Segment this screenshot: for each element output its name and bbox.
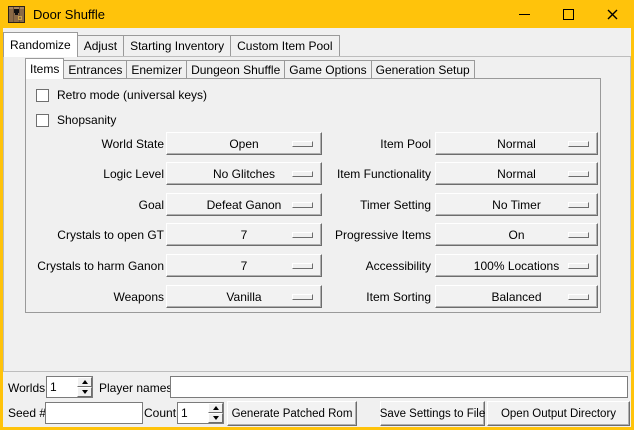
- world-state-label: World State: [26, 137, 164, 151]
- client-area: Randomize Adjust Starting Inventory Cust…: [3, 28, 631, 427]
- shopsanity-row: Shopsanity: [36, 112, 116, 128]
- goal-dropdown[interactable]: Defeat Ganon: [166, 193, 322, 216]
- tab-custom-item-pool[interactable]: Custom Item Pool: [230, 35, 339, 56]
- worlds-down-button[interactable]: [77, 387, 92, 397]
- crystals-open-gt-label: Crystals to open GT: [26, 228, 164, 242]
- seed-label: Seed #: [8, 406, 46, 420]
- items-pane: Retro mode (universal keys) Shopsanity W…: [25, 78, 601, 313]
- item-pool-dropdown[interactable]: Normal: [435, 132, 598, 155]
- subtab-game-options[interactable]: Game Options: [284, 60, 371, 78]
- crystals-harm-ganon-dropdown[interactable]: 7: [166, 254, 322, 277]
- item-functionality-label: Item Functionality: [301, 167, 431, 181]
- timer-setting-label: Timer Setting: [301, 198, 431, 212]
- world-state-value: Open: [229, 137, 258, 151]
- accessibility-value: 100% Locations: [474, 259, 559, 273]
- arrow-down-icon: [82, 390, 88, 394]
- worlds-spinbox: [46, 376, 93, 398]
- player-names-input[interactable]: [170, 376, 628, 398]
- save-settings-button[interactable]: Save Settings to File: [380, 401, 485, 426]
- generate-patched-rom-button[interactable]: Generate Patched Rom: [227, 401, 357, 426]
- window-controls: [502, 0, 634, 28]
- arrow-up-icon: [82, 380, 88, 384]
- inner-tab-bar: Items Entrances Enemizer Dungeon Shuffle…: [25, 57, 475, 78]
- open-output-directory-button[interactable]: Open Output Directory: [487, 401, 630, 426]
- subtab-dungeon-shuffle[interactable]: Dungeon Shuffle: [186, 60, 285, 78]
- menu-indicator-icon: [568, 232, 589, 238]
- retro-mode-checkbox[interactable]: [36, 89, 49, 102]
- menu-indicator-icon: [568, 294, 589, 300]
- subtab-enemizer[interactable]: Enemizer: [126, 60, 187, 78]
- world-state-dropdown[interactable]: Open: [166, 132, 322, 155]
- weapons-value: Vanilla: [226, 290, 261, 304]
- subtab-items[interactable]: Items: [25, 58, 64, 79]
- count-input[interactable]: [178, 403, 208, 423]
- progressive-items-label: Progressive Items: [301, 228, 431, 242]
- count-up-button[interactable]: [208, 403, 223, 413]
- logic-level-dropdown[interactable]: No Glitches: [166, 162, 322, 185]
- subtab-generation-setup[interactable]: Generation Setup: [371, 60, 475, 78]
- bottom-bar: Worlds Player names Seed # Count: [3, 372, 631, 427]
- item-sorting-value: Balanced: [491, 290, 541, 304]
- tab-adjust[interactable]: Adjust: [77, 35, 124, 56]
- crystals-harm-ganon-label: Crystals to harm Ganon: [26, 259, 164, 273]
- item-pool-label: Item Pool: [301, 137, 431, 151]
- item-functionality-value: Normal: [497, 167, 536, 181]
- shopsanity-checkbox[interactable]: [36, 114, 49, 127]
- progressive-items-dropdown[interactable]: On: [435, 223, 598, 246]
- menu-indicator-icon: [568, 141, 589, 147]
- tab-starting-inventory[interactable]: Starting Inventory: [123, 35, 231, 56]
- tab-randomize[interactable]: Randomize: [3, 32, 78, 57]
- titlebar: Door Shuffle: [0, 0, 634, 28]
- item-pool-value: Normal: [497, 137, 536, 151]
- close-button[interactable]: [590, 0, 634, 28]
- count-spinbox: [177, 402, 224, 424]
- outer-tab-bar: Randomize Adjust Starting Inventory Cust…: [3, 31, 340, 56]
- timer-setting-value: No Timer: [492, 198, 541, 212]
- accessibility-dropdown[interactable]: 100% Locations: [435, 254, 598, 277]
- worlds-label: Worlds: [8, 381, 45, 395]
- worlds-input[interactable]: [47, 377, 77, 397]
- item-functionality-dropdown[interactable]: Normal: [435, 162, 598, 185]
- close-icon: [606, 8, 619, 21]
- arrow-up-icon: [213, 406, 219, 410]
- minimize-button[interactable]: [502, 0, 546, 28]
- arrow-down-icon: [213, 416, 219, 420]
- subtab-entrances[interactable]: Entrances: [63, 60, 127, 78]
- item-sorting-label: Item Sorting: [301, 290, 431, 304]
- logic-level-value: No Glitches: [213, 167, 275, 181]
- maximize-button[interactable]: [546, 0, 590, 28]
- retro-mode-row: Retro mode (universal keys): [36, 87, 207, 103]
- logic-level-label: Logic Level: [26, 167, 164, 181]
- crystals-open-gt-dropdown[interactable]: 7: [166, 223, 322, 246]
- player-names-label: Player names: [99, 381, 172, 395]
- minimize-icon: [519, 14, 530, 15]
- retro-mode-label: Retro mode (universal keys): [57, 88, 207, 102]
- crystals-harm-ganon-value: 7: [241, 259, 248, 273]
- accessibility-label: Accessibility: [301, 259, 431, 273]
- door-icon: [8, 6, 25, 23]
- goal-value: Defeat Ganon: [207, 198, 282, 212]
- randomize-pane: Items Entrances Enemizer Dungeon Shuffle…: [3, 56, 631, 372]
- count-down-button[interactable]: [208, 413, 223, 423]
- seed-input[interactable]: [45, 402, 143, 424]
- maximize-icon: [563, 9, 574, 20]
- goal-label: Goal: [26, 198, 164, 212]
- menu-indicator-icon: [568, 263, 589, 269]
- item-sorting-dropdown[interactable]: Balanced: [435, 285, 598, 308]
- window-title: Door Shuffle: [33, 7, 105, 22]
- crystals-open-gt-value: 7: [241, 228, 248, 242]
- menu-indicator-icon: [568, 171, 589, 177]
- count-label: Count: [144, 406, 176, 420]
- worlds-up-button[interactable]: [77, 377, 92, 387]
- menu-indicator-icon: [568, 202, 589, 208]
- progressive-items-value: On: [508, 228, 524, 242]
- weapons-dropdown[interactable]: Vanilla: [166, 285, 322, 308]
- timer-setting-dropdown[interactable]: No Timer: [435, 193, 598, 216]
- app-window: Door Shuffle Randomize Adjust Starting I…: [0, 0, 634, 430]
- weapons-label: Weapons: [26, 290, 164, 304]
- shopsanity-label: Shopsanity: [57, 113, 116, 127]
